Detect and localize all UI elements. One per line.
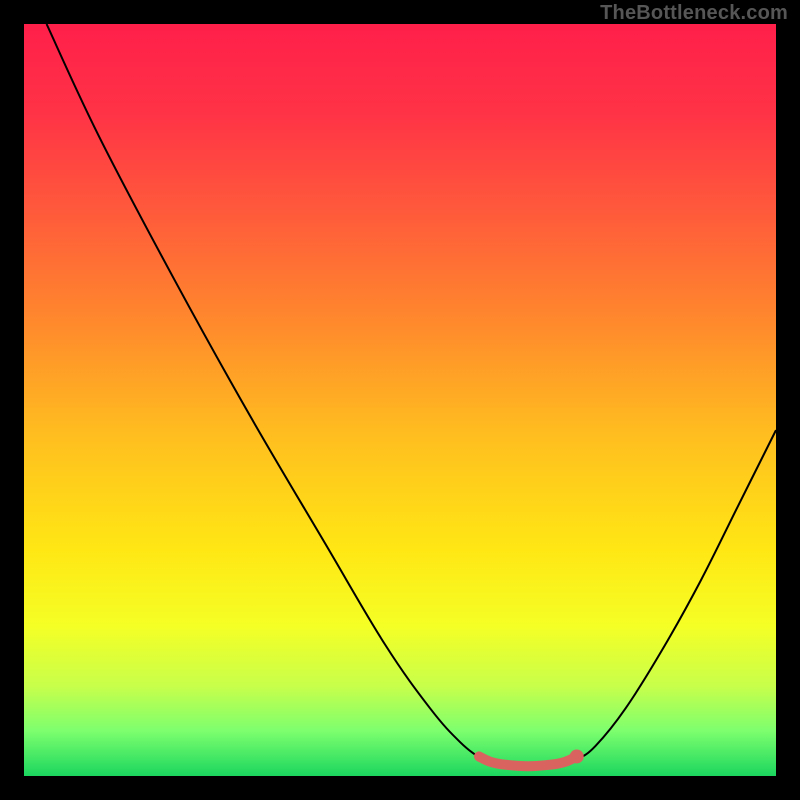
marker-layer xyxy=(570,749,584,763)
marker-optimal-dot xyxy=(570,749,584,763)
watermark-text: TheBottleneck.com xyxy=(600,2,788,25)
chart-svg xyxy=(24,24,776,776)
plot-area xyxy=(24,24,776,776)
chart-container: TheBottleneck.com xyxy=(0,0,800,800)
gradient-background xyxy=(24,24,776,776)
